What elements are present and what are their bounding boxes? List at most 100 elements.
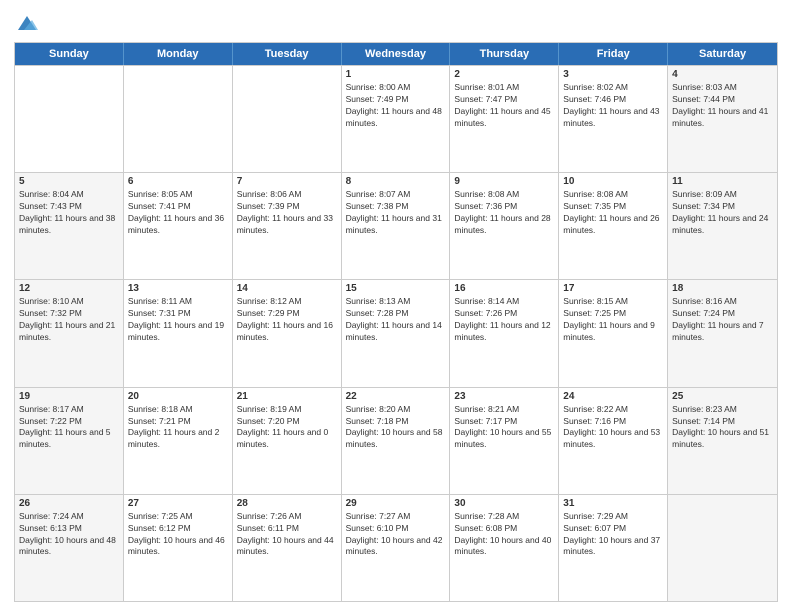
sunset-text: Sunset: 6:12 PM bbox=[128, 523, 228, 535]
day-number: 2 bbox=[454, 69, 554, 80]
sunset-text: Sunset: 7:34 PM bbox=[672, 201, 773, 213]
sunrise-text: Sunrise: 8:05 AM bbox=[128, 189, 228, 201]
daylight-text: Daylight: 11 hours and 36 minutes. bbox=[128, 213, 228, 237]
calendar-header: SundayMondayTuesdayWednesdayThursdayFrid… bbox=[15, 43, 777, 65]
daylight-text: Daylight: 11 hours and 43 minutes. bbox=[563, 106, 663, 130]
daylight-text: Daylight: 11 hours and 26 minutes. bbox=[563, 213, 663, 237]
sunset-text: Sunset: 7:24 PM bbox=[672, 308, 773, 320]
sunset-text: Sunset: 7:38 PM bbox=[346, 201, 446, 213]
sunset-text: Sunset: 7:16 PM bbox=[563, 416, 663, 428]
daylight-text: Daylight: 10 hours and 53 minutes. bbox=[563, 427, 663, 451]
sunrise-text: Sunrise: 7:29 AM bbox=[563, 511, 663, 523]
sunset-text: Sunset: 7:35 PM bbox=[563, 201, 663, 213]
sunset-text: Sunset: 7:20 PM bbox=[237, 416, 337, 428]
day-number: 24 bbox=[563, 391, 663, 402]
day-number: 23 bbox=[454, 391, 554, 402]
sunrise-text: Sunrise: 8:13 AM bbox=[346, 296, 446, 308]
calendar-cell: 2Sunrise: 8:01 AMSunset: 7:47 PMDaylight… bbox=[450, 66, 559, 172]
calendar-cell bbox=[15, 66, 124, 172]
day-number: 5 bbox=[19, 176, 119, 187]
calendar-cell: 15Sunrise: 8:13 AMSunset: 7:28 PMDayligh… bbox=[342, 280, 451, 386]
day-number: 27 bbox=[128, 498, 228, 509]
sunset-text: Sunset: 7:14 PM bbox=[672, 416, 773, 428]
sunrise-text: Sunrise: 8:03 AM bbox=[672, 82, 773, 94]
calendar-cell: 22Sunrise: 8:20 AMSunset: 7:18 PMDayligh… bbox=[342, 388, 451, 494]
calendar-cell: 21Sunrise: 8:19 AMSunset: 7:20 PMDayligh… bbox=[233, 388, 342, 494]
calendar-cell: 10Sunrise: 8:08 AMSunset: 7:35 PMDayligh… bbox=[559, 173, 668, 279]
day-number: 28 bbox=[237, 498, 337, 509]
calendar-row: 5Sunrise: 8:04 AMSunset: 7:43 PMDaylight… bbox=[15, 172, 777, 279]
calendar-cell: 8Sunrise: 8:07 AMSunset: 7:38 PMDaylight… bbox=[342, 173, 451, 279]
day-number: 16 bbox=[454, 283, 554, 294]
sunset-text: Sunset: 7:39 PM bbox=[237, 201, 337, 213]
sunrise-text: Sunrise: 7:27 AM bbox=[346, 511, 446, 523]
sunrise-text: Sunrise: 8:08 AM bbox=[454, 189, 554, 201]
sunrise-text: Sunrise: 7:24 AM bbox=[19, 511, 119, 523]
sunset-text: Sunset: 6:10 PM bbox=[346, 523, 446, 535]
sunset-text: Sunset: 7:44 PM bbox=[672, 94, 773, 106]
calendar-cell: 30Sunrise: 7:28 AMSunset: 6:08 PMDayligh… bbox=[450, 495, 559, 601]
daylight-text: Daylight: 10 hours and 48 minutes. bbox=[19, 535, 119, 559]
sunset-text: Sunset: 7:41 PM bbox=[128, 201, 228, 213]
sunset-text: Sunset: 7:32 PM bbox=[19, 308, 119, 320]
calendar-cell: 3Sunrise: 8:02 AMSunset: 7:46 PMDaylight… bbox=[559, 66, 668, 172]
day-number: 7 bbox=[237, 176, 337, 187]
header bbox=[14, 12, 778, 34]
day-number: 19 bbox=[19, 391, 119, 402]
calendar-row: 19Sunrise: 8:17 AMSunset: 7:22 PMDayligh… bbox=[15, 387, 777, 494]
daylight-text: Daylight: 11 hours and 16 minutes. bbox=[237, 320, 337, 344]
calendar-cell: 23Sunrise: 8:21 AMSunset: 7:17 PMDayligh… bbox=[450, 388, 559, 494]
calendar: SundayMondayTuesdayWednesdayThursdayFrid… bbox=[14, 42, 778, 602]
sunrise-text: Sunrise: 8:00 AM bbox=[346, 82, 446, 94]
daylight-text: Daylight: 11 hours and 41 minutes. bbox=[672, 106, 773, 130]
calendar-cell: 5Sunrise: 8:04 AMSunset: 7:43 PMDaylight… bbox=[15, 173, 124, 279]
sunrise-text: Sunrise: 7:25 AM bbox=[128, 511, 228, 523]
calendar-cell: 18Sunrise: 8:16 AMSunset: 7:24 PMDayligh… bbox=[668, 280, 777, 386]
daylight-text: Daylight: 11 hours and 24 minutes. bbox=[672, 213, 773, 237]
sunrise-text: Sunrise: 8:10 AM bbox=[19, 296, 119, 308]
day-number: 20 bbox=[128, 391, 228, 402]
sunset-text: Sunset: 7:22 PM bbox=[19, 416, 119, 428]
calendar-cell: 24Sunrise: 8:22 AMSunset: 7:16 PMDayligh… bbox=[559, 388, 668, 494]
calendar-cell: 14Sunrise: 8:12 AMSunset: 7:29 PMDayligh… bbox=[233, 280, 342, 386]
day-number: 25 bbox=[672, 391, 773, 402]
calendar-cell: 31Sunrise: 7:29 AMSunset: 6:07 PMDayligh… bbox=[559, 495, 668, 601]
daylight-text: Daylight: 10 hours and 58 minutes. bbox=[346, 427, 446, 451]
sunset-text: Sunset: 7:31 PM bbox=[128, 308, 228, 320]
sunrise-text: Sunrise: 8:01 AM bbox=[454, 82, 554, 94]
sunrise-text: Sunrise: 8:09 AM bbox=[672, 189, 773, 201]
sunset-text: Sunset: 6:13 PM bbox=[19, 523, 119, 535]
day-number: 18 bbox=[672, 283, 773, 294]
calendar-cell bbox=[124, 66, 233, 172]
day-number: 26 bbox=[19, 498, 119, 509]
day-number: 10 bbox=[563, 176, 663, 187]
daylight-text: Daylight: 10 hours and 42 minutes. bbox=[346, 535, 446, 559]
calendar-row: 26Sunrise: 7:24 AMSunset: 6:13 PMDayligh… bbox=[15, 494, 777, 601]
day-number: 1 bbox=[346, 69, 446, 80]
day-number: 22 bbox=[346, 391, 446, 402]
sunrise-text: Sunrise: 8:04 AM bbox=[19, 189, 119, 201]
day-number: 21 bbox=[237, 391, 337, 402]
calendar-cell: 4 Sunrise: 8:03 AMSunset: 7:44 PMDaylight… bbox=[668, 66, 777, 172]
sunset-text: Sunset: 6:11 PM bbox=[237, 523, 337, 535]
calendar-row: 12Sunrise: 8:10 AMSunset: 7:32 PMDayligh… bbox=[15, 279, 777, 386]
sunrise-text: Sunrise: 8:12 AM bbox=[237, 296, 337, 308]
daylight-text: Daylight: 10 hours and 44 minutes. bbox=[237, 535, 337, 559]
weekday-header: Sunday bbox=[15, 43, 124, 65]
sunset-text: Sunset: 7:28 PM bbox=[346, 308, 446, 320]
calendar-row: 1Sunrise: 8:00 AMSunset: 7:49 PMDaylight… bbox=[15, 65, 777, 172]
daylight-text: Daylight: 11 hours and 5 minutes. bbox=[19, 427, 119, 451]
sunset-text: Sunset: 7:47 PM bbox=[454, 94, 554, 106]
daylight-text: Daylight: 10 hours and 40 minutes. bbox=[454, 535, 554, 559]
sunrise-text: Sunrise: 8:14 AM bbox=[454, 296, 554, 308]
sunset-text: Sunset: 7:17 PM bbox=[454, 416, 554, 428]
calendar-cell: 13Sunrise: 8:11 AMSunset: 7:31 PMDayligh… bbox=[124, 280, 233, 386]
daylight-text: Daylight: 11 hours and 33 minutes. bbox=[237, 213, 337, 237]
daylight-text: Daylight: 11 hours and 38 minutes. bbox=[19, 213, 119, 237]
weekday-header: Thursday bbox=[450, 43, 559, 65]
sunrise-text: Sunrise: 7:28 AM bbox=[454, 511, 554, 523]
daylight-text: Daylight: 11 hours and 28 minutes. bbox=[454, 213, 554, 237]
day-number: 4 bbox=[672, 69, 773, 80]
weekday-header: Saturday bbox=[668, 43, 777, 65]
daylight-text: Daylight: 11 hours and 31 minutes. bbox=[346, 213, 446, 237]
